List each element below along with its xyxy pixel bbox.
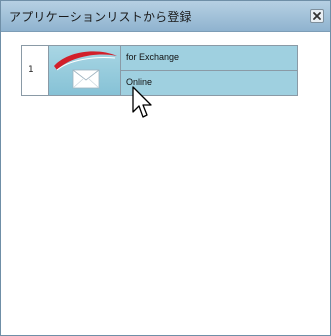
close-button[interactable] bbox=[310, 9, 324, 23]
app-index: 1 bbox=[28, 65, 34, 75]
app-index-cell: 1 bbox=[22, 46, 49, 95]
mouse-pointer-icon bbox=[132, 86, 152, 118]
dialog-title: アプリケーションリストから登録 bbox=[9, 10, 192, 24]
app-name: for Exchange bbox=[126, 52, 180, 62]
bridge-plus-logo-icon bbox=[54, 51, 117, 89]
app-list-item[interactable]: 1 for Exchange Online bbox=[21, 45, 298, 96]
close-icon bbox=[313, 12, 321, 20]
app-logo bbox=[49, 46, 121, 95]
application-list-dialog: アプリケーションリストから登録 1 for Exchange Online bbox=[0, 0, 331, 336]
dialog-titlebar: アプリケーションリストから登録 bbox=[1, 1, 330, 32]
app-name-cell[interactable]: for Exchange bbox=[121, 46, 297, 71]
